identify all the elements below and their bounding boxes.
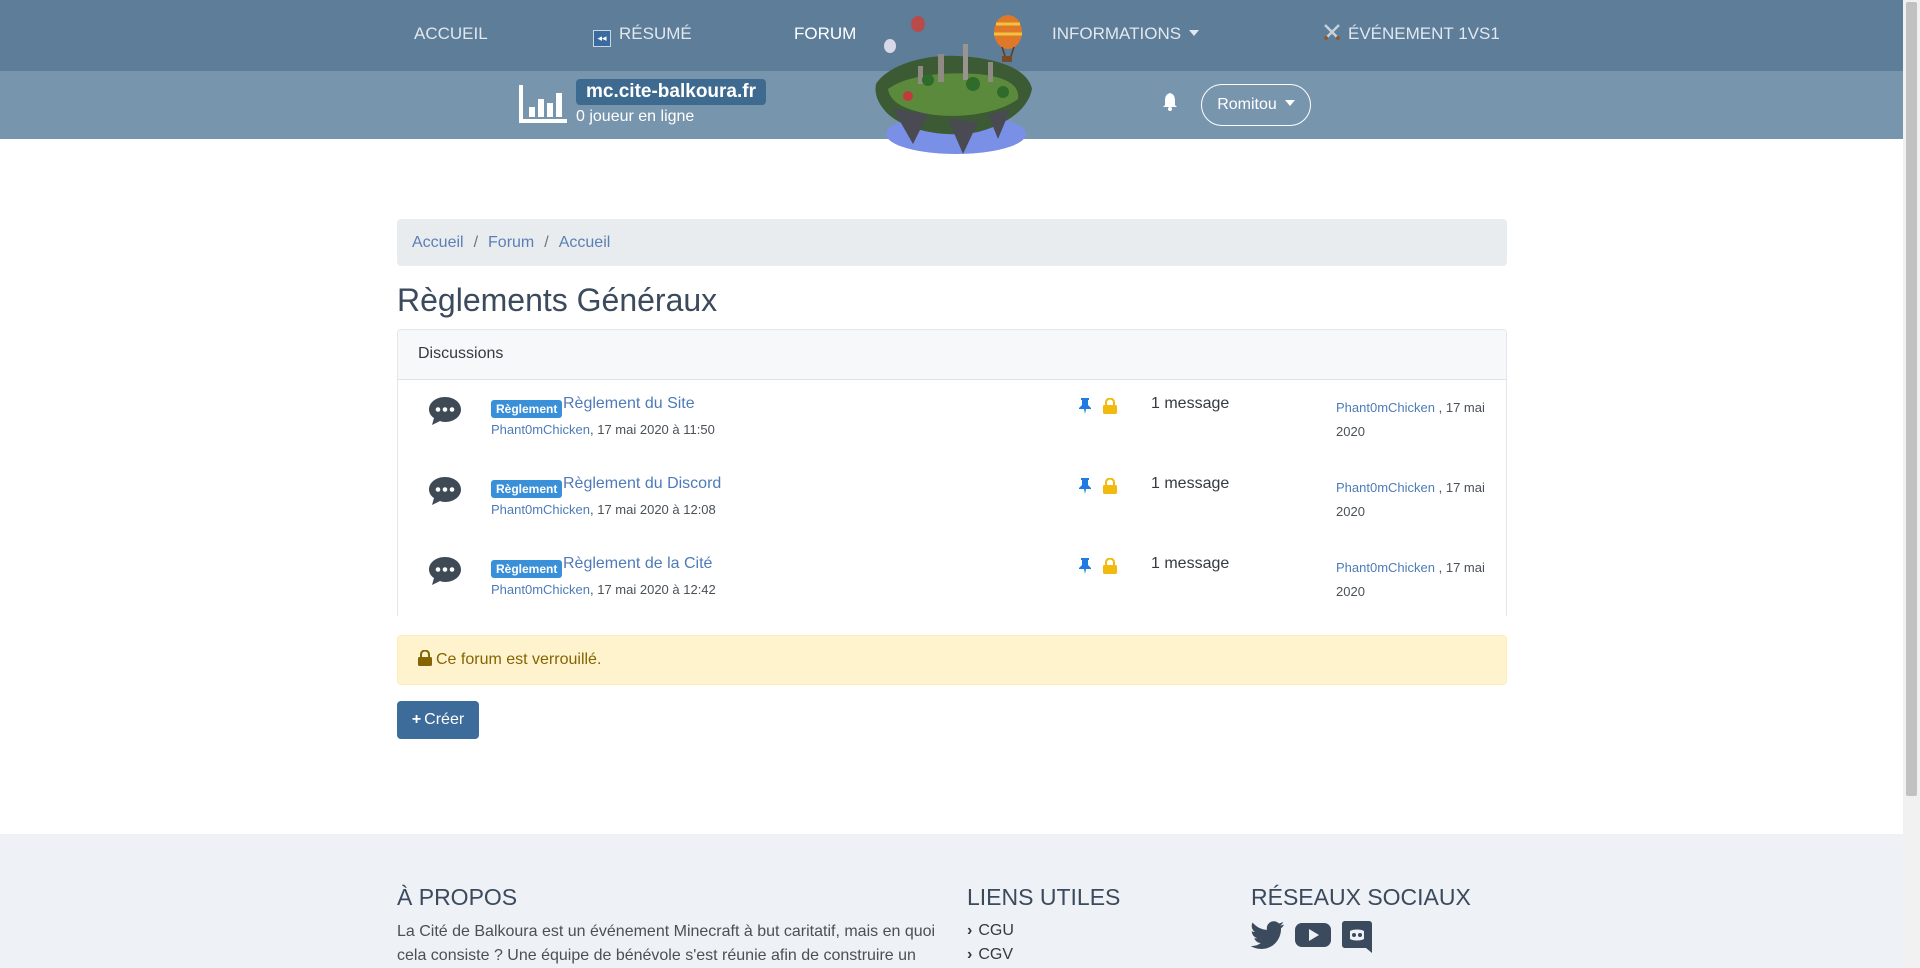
forum-locked-alert: Ce forum est verrouillé. — [397, 635, 1507, 685]
rewind-icon: ◂◂ — [593, 30, 611, 47]
nav-informations-label: INFORMATIONS — [1052, 24, 1182, 43]
nav-forum[interactable]: FORUM — [794, 0, 856, 71]
scrollbar-thumb[interactable] — [1906, 2, 1917, 796]
breadcrumb-accueil[interactable]: Accueil — [412, 234, 464, 251]
topic-badge: Règlement — [491, 480, 563, 498]
last-post-author-link[interactable]: Phant0mChicken — [1336, 480, 1435, 495]
footer-social-title: RÉSEAUX SOCIAUX — [1251, 884, 1471, 910]
bar-chart-icon — [519, 85, 567, 123]
chevron-right-icon: › — [967, 922, 973, 939]
site-logo[interactable] — [868, 14, 1038, 157]
caret-down-icon — [1284, 100, 1295, 106]
bell-icon[interactable] — [1162, 93, 1178, 111]
nav-accueil[interactable]: ACCUEIL — [414, 0, 488, 71]
user-menu-button[interactable]: Romitou — [1201, 84, 1311, 126]
nav-resume[interactable]: ◂◂ RÉSUMÉ — [593, 0, 692, 71]
breadcrumb-forum[interactable]: Forum — [488, 234, 534, 251]
footer-about-title: À PROPOS — [397, 884, 518, 910]
comment-dots-icon — [429, 477, 461, 505]
forum-locked-text: Ce forum est verrouillé. — [436, 651, 602, 668]
footer-link-label: CGV — [978, 946, 1013, 963]
page-title: Règlements Généraux — [397, 282, 718, 318]
last-post-author-link[interactable]: Phant0mChicken — [1336, 400, 1435, 415]
topic-title-link[interactable]: Règlement du Discord — [563, 475, 721, 493]
lock-icon — [1103, 558, 1117, 574]
crossed-swords-icon — [1324, 24, 1340, 40]
chevron-right-icon: › — [967, 946, 973, 963]
topic-row: Règlement Règlement de la Cité Phant0mCh… — [398, 540, 1506, 616]
lock-icon — [418, 649, 432, 666]
footer: À PROPOS La Cité de Balkoura est un évén… — [0, 834, 1903, 968]
topic-author-link[interactable]: Phant0mChicken — [491, 422, 590, 437]
message-count: 1 message — [1151, 555, 1230, 572]
topic-date: , 17 mai 2020 à 12:42 — [590, 582, 716, 597]
footer-links-title: LIENS UTILES — [967, 884, 1121, 910]
nav-evenement-label: ÉVÉNEMENT 1VS1 — [1348, 24, 1500, 43]
comment-dots-icon — [429, 397, 461, 425]
thumbtack-icon — [1079, 558, 1091, 574]
twitter-icon[interactable] — [1251, 921, 1284, 949]
discussions-header: Discussions — [398, 330, 1506, 380]
footer-about-text: La Cité de Balkoura est un événement Min… — [397, 923, 936, 964]
breadcrumb-separator: / — [544, 234, 549, 251]
message-count: 1 message — [1151, 395, 1230, 412]
footer-link-cgu[interactable]: › CGU — [967, 922, 1014, 940]
last-post-author-link[interactable]: Phant0mChicken — [1336, 560, 1435, 575]
last-post: Phant0mChicken , 17 mai 2020 — [1336, 396, 1496, 444]
topic-title-link[interactable]: Règlement du Site — [563, 395, 695, 413]
thumbtack-icon — [1079, 478, 1091, 494]
nav-resume-label: RÉSUMÉ — [619, 24, 692, 43]
nav-informations[interactable]: INFORMATIONS — [1052, 0, 1200, 71]
online-players: 0 joueur en ligne — [576, 108, 695, 125]
message-count: 1 message — [1151, 475, 1230, 492]
breadcrumb-accueil-current[interactable]: Accueil — [559, 234, 611, 251]
breadcrumb-separator: / — [473, 234, 479, 251]
lock-icon — [1103, 478, 1117, 494]
topic-row: Règlement Règlement du Discord Phant0mCh… — [398, 460, 1506, 540]
user-name: Romitou — [1217, 96, 1277, 113]
server-address[interactable]: mc.cite-balkoura.fr — [576, 79, 766, 105]
topic-row: Règlement Règlement du Site Phant0mChick… — [398, 380, 1506, 460]
topic-date: , 17 mai 2020 à 11:50 — [590, 422, 715, 437]
thumbtack-icon — [1079, 398, 1091, 414]
footer-link-cgv[interactable]: › CGV — [967, 946, 1013, 964]
discussions-card: Discussions Règlement Règlement du Site … — [397, 329, 1507, 616]
footer-link-label: CGU — [978, 922, 1014, 939]
caret-down-icon — [1189, 30, 1200, 36]
topic-meta: Phant0mChicken, 17 mai 2020 à 12:08 — [491, 502, 716, 517]
last-post: Phant0mChicken , 17 mai 2020 — [1336, 556, 1496, 604]
topic-author-link[interactable]: Phant0mChicken — [491, 502, 590, 517]
topic-badge: Règlement — [491, 560, 563, 578]
page-scrollbar[interactable] — [1903, 0, 1920, 968]
topic-meta: Phant0mChicken, 17 mai 2020 à 12:42 — [491, 582, 716, 597]
create-topic-button[interactable]: + Créer — [397, 701, 479, 739]
youtube-icon[interactable] — [1295, 921, 1331, 949]
topic-author-link[interactable]: Phant0mChicken — [491, 582, 590, 597]
topic-meta: Phant0mChicken, 17 mai 2020 à 11:50 — [491, 422, 715, 437]
plus-icon: + — [411, 711, 422, 728]
comment-dots-icon — [429, 557, 461, 585]
topic-title-link[interactable]: Règlement de la Cité — [563, 555, 712, 573]
nav-evenement[interactable]: ÉVÉNEMENT 1VS1 — [1322, 0, 1500, 71]
breadcrumb: Accueil / Forum / Accueil — [397, 219, 1507, 266]
topic-badge: Règlement — [491, 400, 563, 418]
create-label: Créer — [424, 711, 465, 728]
lock-icon — [1103, 398, 1117, 414]
discord-icon[interactable] — [1342, 921, 1372, 953]
topic-date: , 17 mai 2020 à 12:08 — [590, 502, 716, 517]
last-post: Phant0mChicken , 17 mai 2020 — [1336, 476, 1496, 524]
